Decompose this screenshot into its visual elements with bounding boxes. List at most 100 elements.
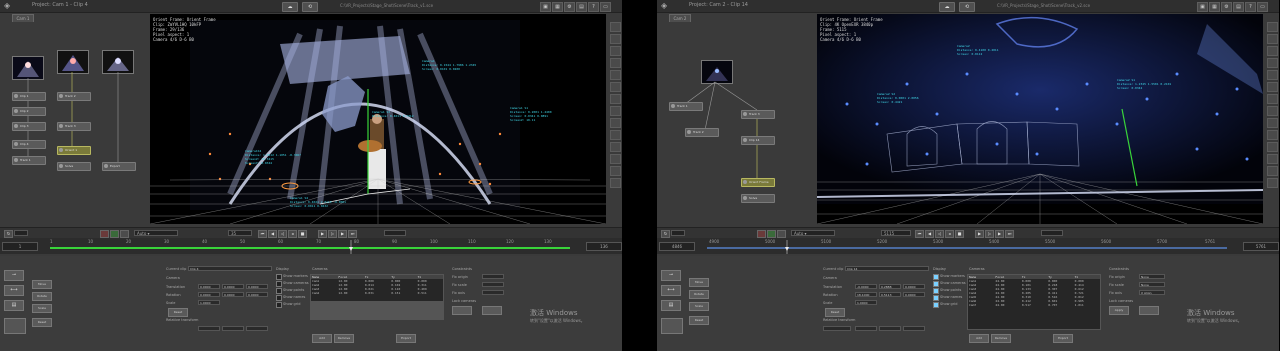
node-item[interactable]: Clip 14 [741, 136, 775, 145]
reset-side-button[interactable]: Reset [32, 318, 52, 327]
tool-grid-icon[interactable] [610, 106, 621, 116]
relative-field-1[interactable] [198, 326, 220, 331]
mode-button-2[interactable]: ⟲ [302, 2, 318, 12]
node-item-selected[interactable]: Orient 1 [57, 146, 91, 155]
key-button[interactable] [120, 230, 129, 238]
rotation-x-field[interactable]: 0.0000 [198, 292, 220, 297]
node-item[interactable]: Track 2 [57, 92, 91, 101]
relative-field-3[interactable] [246, 326, 268, 331]
tool-rotate-icon[interactable] [1267, 46, 1278, 56]
current-clip-select[interactable]: Clip 14 [845, 266, 929, 271]
translation-z-field[interactable]: 0.0000 [246, 284, 268, 289]
stop-button[interactable]: ■ [955, 230, 964, 238]
grid-icon[interactable]: ▦ [1209, 2, 1220, 12]
constraint-select[interactable]: None [1139, 282, 1165, 287]
step-back-button[interactable]: ◁ [278, 230, 287, 238]
translation-y-field[interactable]: 0.2888 [879, 284, 901, 289]
next-key-button[interactable]: ▶ [338, 230, 347, 238]
tool-more-icon[interactable] [610, 166, 621, 176]
tool-camera-icon[interactable] [1267, 82, 1278, 92]
solve-mode-icon[interactable]: ▤ [661, 300, 681, 311]
node-item[interactable]: Solve [57, 162, 91, 171]
mode-button-2[interactable]: ⟲ [959, 2, 975, 12]
goto-start-button[interactable]: ⏮ [258, 230, 267, 238]
graph-mode-icon[interactable]: ⊸ [661, 270, 681, 281]
end-frame-field[interactable]: 5761 [1243, 242, 1279, 251]
table-row[interactable]: Cam7 24.00 0.517 0.707 1.011 [968, 303, 1100, 307]
edit-mode-icon[interactable]: ⟷ [661, 285, 681, 296]
relative-field-2[interactable] [222, 326, 244, 331]
node-item[interactable]: Clip 4 [12, 140, 46, 149]
translation-x-field[interactable]: -0.0000 [855, 284, 877, 289]
end-frame-field[interactable]: 136 [586, 242, 622, 251]
tool-scale-icon[interactable] [610, 58, 621, 68]
tool-lock-icon[interactable] [610, 142, 621, 152]
reset-button[interactable]: Reset [168, 308, 188, 317]
out-field[interactable] [384, 230, 406, 236]
grid-icon[interactable]: ▦ [552, 2, 563, 12]
constraint-button[interactable] [482, 306, 502, 315]
reset-button[interactable]: Reset [825, 308, 845, 317]
frame-field[interactable]: 35 [228, 230, 252, 236]
window-icon[interactable]: ▭ [600, 2, 611, 12]
tool-info-icon[interactable] [610, 130, 621, 140]
tool-scale-icon[interactable] [1267, 58, 1278, 68]
rotate-button[interactable]: Rotate [689, 290, 709, 299]
timeline[interactable]: 1 1 10 20 30 40 50 60 70 80 90 100 110 1… [0, 238, 622, 254]
rotation-y-field[interactable]: 0.5113 [879, 292, 901, 297]
node-graph[interactable]: Track 1 Track 2 Track 3 Clip 14 Orient F… [657, 22, 817, 222]
show-grid-checkbox[interactable] [276, 302, 282, 308]
record-button[interactable] [757, 230, 766, 238]
node-item[interactable]: Solve [741, 194, 775, 203]
node-item[interactable]: Track 1 [669, 102, 703, 111]
tool-points-icon[interactable] [1267, 94, 1278, 104]
node-item[interactable]: Clip 3 [12, 122, 46, 131]
table-export-button[interactable]: Export [396, 334, 416, 343]
goto-start-button[interactable]: ⏮ [915, 230, 924, 238]
tool-select-icon[interactable] [1267, 22, 1278, 32]
relative-field-1[interactable] [855, 326, 877, 331]
constraint-select[interactable] [482, 274, 504, 279]
node-item[interactable]: Track 1 [12, 156, 46, 165]
next-key-button[interactable]: ▶ [995, 230, 1004, 238]
node-item[interactable]: Clip 1 [12, 92, 46, 101]
settings-icon[interactable]: ⚙ [564, 2, 575, 12]
tool-view-icon[interactable] [1267, 70, 1278, 80]
goto-end-button[interactable]: ⏭ [1005, 230, 1014, 238]
translation-y-field[interactable]: 0.0000 [222, 284, 244, 289]
scale-button[interactable]: Scale [689, 302, 709, 311]
in-field[interactable] [14, 230, 28, 236]
tool-snap-icon[interactable] [1267, 118, 1278, 128]
step-forward-button[interactable]: ▷ [328, 230, 337, 238]
constraint-select[interactable] [482, 290, 504, 295]
tool-move-icon[interactable] [1267, 34, 1278, 44]
frame-field[interactable]: 5115 [881, 230, 911, 236]
in-field[interactable] [671, 230, 685, 236]
undo-redo-icons[interactable] [4, 318, 26, 334]
speed-select[interactable]: Auto ▾ [134, 230, 178, 236]
camera-table[interactable]: Name Focal Tx Ty Tz Cam1 24.00 0.000 0.000 0.000… [967, 274, 1101, 330]
tool-end-icon[interactable] [1267, 178, 1278, 188]
rotation-y-field[interactable]: 0.0000 [222, 292, 244, 297]
table-row[interactable]: Cam4 12.00 0.031 0.151 0.511 [311, 291, 443, 295]
reset-side-button[interactable]: Reset [689, 316, 709, 325]
loop-button[interactable]: ↻ [661, 230, 670, 238]
timeline[interactable]: 4846 4900 5000 5100 5200 5300 5400 5500 … [657, 238, 1279, 254]
rotate-button[interactable]: Rotate [32, 292, 52, 301]
layout-icon[interactable]: ▤ [1233, 2, 1244, 12]
tool-end-icon[interactable] [610, 178, 621, 188]
3d-viewport[interactable]: Orient Frame: Orient Frame Clip: 4K OpenE… [817, 14, 1263, 224]
prev-key-button[interactable]: ◀ [925, 230, 934, 238]
stop-button[interactable]: ■ [298, 230, 307, 238]
tool-view-icon[interactable] [610, 70, 621, 80]
show-cameras-checkbox[interactable] [276, 281, 282, 287]
graph-mode-icon[interactable]: ⊸ [4, 270, 24, 281]
tool-hide-icon[interactable] [610, 154, 621, 164]
relative-field-2[interactable] [879, 326, 901, 331]
tool-select-icon[interactable] [610, 22, 621, 32]
show-grid-checkbox[interactable] [933, 302, 939, 308]
move-button[interactable]: Move [32, 280, 52, 289]
table-remove-button[interactable]: Remove [991, 334, 1011, 343]
camera-table[interactable]: Name Focal Tx Ty Tz Cam1 12.00 0.000 0.000 0.000… [310, 274, 444, 320]
constraint-select[interactable]: None [1139, 274, 1165, 279]
